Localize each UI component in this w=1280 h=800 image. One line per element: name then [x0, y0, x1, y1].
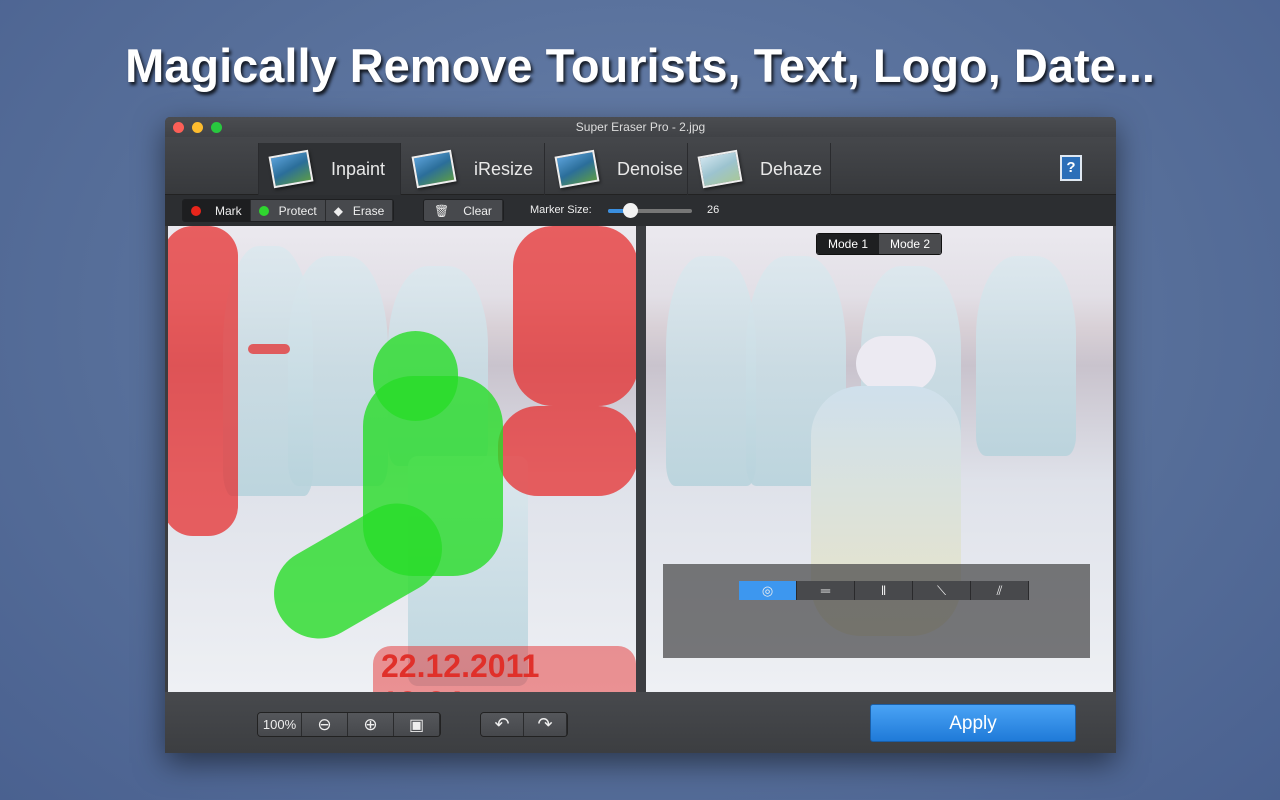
- clear-label: Clear: [463, 203, 492, 218]
- direction-diagonal-up-button[interactable]: ⫽: [971, 581, 1029, 600]
- mode-2-button[interactable]: Mode 2: [879, 234, 942, 254]
- erase-label: Erase: [352, 203, 385, 218]
- trash-icon: 🗑: [434, 203, 450, 218]
- clear-group: 🗑 Clear: [423, 199, 504, 222]
- undo-icon[interactable]: ↶: [481, 713, 524, 736]
- mark-mask-tourist: [513, 226, 636, 406]
- zoom-out-icon[interactable]: ⊖: [302, 713, 348, 736]
- tab-bar: Inpaint iResize Denoise Dehaze ?: [165, 137, 1116, 195]
- slider-knob[interactable]: [622, 203, 638, 218]
- result-image-canvas[interactable]: Mode 1 Mode 2 ◎ ═ ‖ ⟍ ⫽: [646, 226, 1113, 692]
- zoom-controls: 100% ⊖ ⊕ ▣: [257, 712, 441, 737]
- minimize-button[interactable]: [192, 122, 203, 133]
- ice-sculpture: [666, 256, 756, 486]
- window-title: Super Eraser Pro - 2.jpg: [575, 120, 706, 134]
- close-button[interactable]: [173, 122, 184, 133]
- zoom-100-button[interactable]: 100%: [258, 713, 302, 736]
- date-stamp: 22.12.2011 12:24: [373, 646, 636, 692]
- inpaint-icon: [268, 149, 314, 189]
- apply-button[interactable]: Apply: [870, 704, 1076, 742]
- zoom-in-icon[interactable]: ⊕: [348, 713, 394, 736]
- tab-iresize[interactable]: iResize: [402, 143, 545, 195]
- bottom-bar: 100% ⊖ ⊕ ▣ ↶ ↷ Apply: [165, 692, 1116, 753]
- protect-button[interactable]: Protect: [250, 200, 326, 221]
- tab-denoise[interactable]: Denoise: [545, 143, 688, 195]
- toolbar: Mark Protect ◆ Erase 🗑 Clear Marker Size: …: [165, 195, 1116, 226]
- tab-label: Denoise: [617, 158, 684, 179]
- marker-size-value: 26: [707, 204, 720, 216]
- brush-mode-selector: Mark Protect ◆ Erase: [182, 199, 395, 222]
- denoise-icon: [554, 149, 600, 189]
- direction-diagonal-down-button[interactable]: ⟍: [913, 581, 971, 600]
- mark-button[interactable]: Mark: [183, 200, 251, 221]
- marker-size-label: Marker Size:: [530, 204, 592, 216]
- direction-panel: ◎ ═ ‖ ⟍ ⫽: [663, 564, 1090, 658]
- dehaze-icon: [697, 149, 743, 189]
- direction-horizontal-button[interactable]: ═: [797, 581, 855, 600]
- mark-mask-tourist: [168, 226, 238, 536]
- fit-screen-icon[interactable]: ▣: [394, 713, 440, 736]
- headline: Magically Remove Tourists, Text, Logo, D…: [125, 39, 1155, 92]
- mark-mask: [248, 344, 290, 354]
- tab-label: Dehaze: [760, 158, 823, 179]
- protect-label: Protect: [278, 203, 317, 218]
- mark-mask-tourist: [498, 406, 636, 496]
- mode-selector: Mode 1 Mode 2: [816, 233, 943, 255]
- history-controls: ↶ ↷: [480, 712, 568, 737]
- redo-icon[interactable]: ↷: [524, 713, 567, 736]
- clear-button[interactable]: 🗑 Clear: [424, 200, 503, 221]
- green-dot-icon: [258, 205, 269, 216]
- marker-size-slider[interactable]: [608, 203, 692, 218]
- tab-label: Inpaint: [331, 158, 386, 179]
- app-window: Super Eraser Pro - 2.jpg Inpaint iResize…: [165, 117, 1116, 753]
- eraser-icon: ◆: [333, 203, 343, 218]
- iresize-icon: [411, 149, 457, 189]
- child-hat: [856, 336, 936, 391]
- mode-1-button[interactable]: Mode 1: [817, 234, 880, 254]
- zoom-button[interactable]: [211, 122, 222, 133]
- direction-vertical-button[interactable]: ‖: [855, 581, 913, 600]
- tab-inpaint[interactable]: Inpaint: [258, 143, 401, 195]
- mark-label: Mark: [215, 203, 242, 218]
- tab-dehaze[interactable]: Dehaze: [688, 143, 831, 195]
- ice-sculpture: [976, 256, 1076, 456]
- red-dot-icon: [191, 205, 201, 216]
- source-image-canvas[interactable]: 22.12.2011 12:24: [168, 226, 636, 692]
- title-bar: Super Eraser Pro - 2.jpg: [165, 117, 1116, 137]
- direction-radial-button[interactable]: ◎: [739, 581, 797, 600]
- erase-button[interactable]: ◆ Erase: [325, 200, 394, 221]
- tab-label: iResize: [474, 158, 534, 179]
- help-button[interactable]: ?: [1060, 155, 1082, 181]
